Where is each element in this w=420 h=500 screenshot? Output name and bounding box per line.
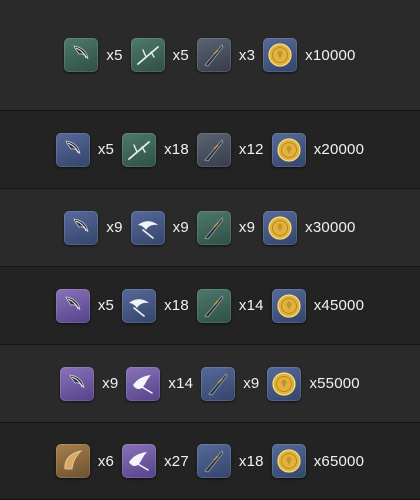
material-row: x6 x27 x18 x65000 (0, 423, 420, 500)
material-item[interactable]: x9 (64, 210, 123, 245)
item-quantity: x5 (172, 46, 189, 64)
coin-icon[interactable] (263, 210, 298, 245)
coin-icon[interactable] (267, 366, 302, 401)
item-quantity: x9 (172, 219, 189, 236)
item-quantity: x27 (164, 452, 189, 470)
item-quantity: x9 (102, 375, 119, 392)
material-item[interactable]: x45000 (271, 288, 365, 323)
blade-icon[interactable] (196, 132, 231, 167)
item-quantity: x5 (97, 141, 115, 158)
horn-icon[interactable] (55, 444, 90, 478)
branch-icon[interactable] (130, 38, 165, 72)
wing-icon[interactable] (130, 210, 165, 245)
material-item[interactable]: x12 (196, 132, 264, 167)
material-item[interactable]: x5 (55, 132, 115, 167)
coin-icon[interactable] (263, 38, 298, 72)
item-quantity: x45000 (313, 297, 365, 314)
material-item[interactable]: x14 (196, 288, 264, 323)
material-rows: x5 x5 x3 x10000 x5 x18 x12 x20000 x9 x9 x9 x30000… (0, 0, 420, 500)
claw-icon[interactable] (64, 210, 99, 245)
material-item[interactable]: x3 (196, 38, 256, 72)
claw-icon[interactable] (60, 366, 95, 401)
item-quantity: x12 (238, 141, 264, 158)
material-row: x5 x18 x12 x20000 (0, 111, 420, 189)
material-item[interactable]: x30000 (263, 210, 356, 245)
item-quantity: x18 (164, 141, 189, 158)
material-item[interactable]: x65000 (271, 444, 365, 478)
claw-icon[interactable] (55, 288, 90, 323)
blade-icon[interactable] (196, 38, 231, 72)
material-item[interactable]: x18 (196, 444, 264, 478)
claw-icon[interactable] (55, 132, 90, 167)
material-item[interactable]: x18 (122, 132, 189, 167)
wing-icon[interactable] (122, 288, 157, 323)
branch-icon[interactable] (122, 132, 157, 167)
item-quantity: x18 (164, 297, 189, 314)
item-quantity: x30000 (305, 219, 356, 236)
material-item[interactable]: x5 (130, 38, 189, 72)
material-item[interactable]: x6 (55, 444, 115, 478)
material-row: x5 x5 x3 x10000 (0, 0, 420, 111)
blade-icon[interactable] (196, 288, 231, 323)
material-item[interactable]: x9 (130, 210, 189, 245)
material-item[interactable]: x14 (126, 366, 194, 401)
item-quantity: x18 (238, 452, 264, 470)
material-item[interactable]: x20000 (271, 132, 365, 167)
material-item[interactable]: x55000 (267, 366, 360, 401)
material-item[interactable]: x18 (122, 288, 189, 323)
item-quantity: x9 (243, 375, 260, 392)
coin-icon[interactable] (271, 288, 306, 323)
bird-icon[interactable] (122, 444, 157, 478)
item-quantity: x10000 (305, 46, 356, 64)
material-item[interactable]: x5 (64, 38, 122, 72)
material-item[interactable]: x27 (122, 444, 189, 478)
material-item[interactable]: x10000 (263, 38, 355, 72)
item-quantity: x14 (168, 375, 194, 392)
claw-icon[interactable] (64, 38, 99, 72)
item-quantity: x9 (106, 219, 123, 236)
coin-icon[interactable] (271, 444, 306, 478)
blade-icon[interactable] (196, 444, 231, 478)
material-row: x5 x18 x14 x45000 (0, 267, 420, 345)
item-quantity: x5 (97, 297, 115, 314)
material-item[interactable]: x9 (196, 210, 256, 245)
bird-icon[interactable] (126, 366, 161, 401)
material-row: x9 x9 x9 x30000 (0, 189, 420, 267)
material-item[interactable]: x9 (60, 366, 119, 401)
item-quantity: x65000 (313, 452, 365, 470)
item-quantity: x6 (97, 452, 115, 470)
material-item[interactable]: x5 (55, 288, 115, 323)
item-quantity: x3 (238, 46, 256, 64)
item-quantity: x5 (106, 46, 123, 64)
coin-icon[interactable] (271, 132, 306, 167)
blade-icon[interactable] (196, 210, 231, 245)
item-quantity: x14 (238, 297, 264, 314)
material-row: x9 x14 x9 x55000 (0, 345, 420, 423)
material-item[interactable]: x9 (201, 366, 260, 401)
item-quantity: x9 (238, 219, 256, 236)
blade-icon[interactable] (201, 366, 236, 401)
item-quantity: x55000 (309, 375, 360, 392)
item-quantity: x20000 (313, 141, 365, 158)
